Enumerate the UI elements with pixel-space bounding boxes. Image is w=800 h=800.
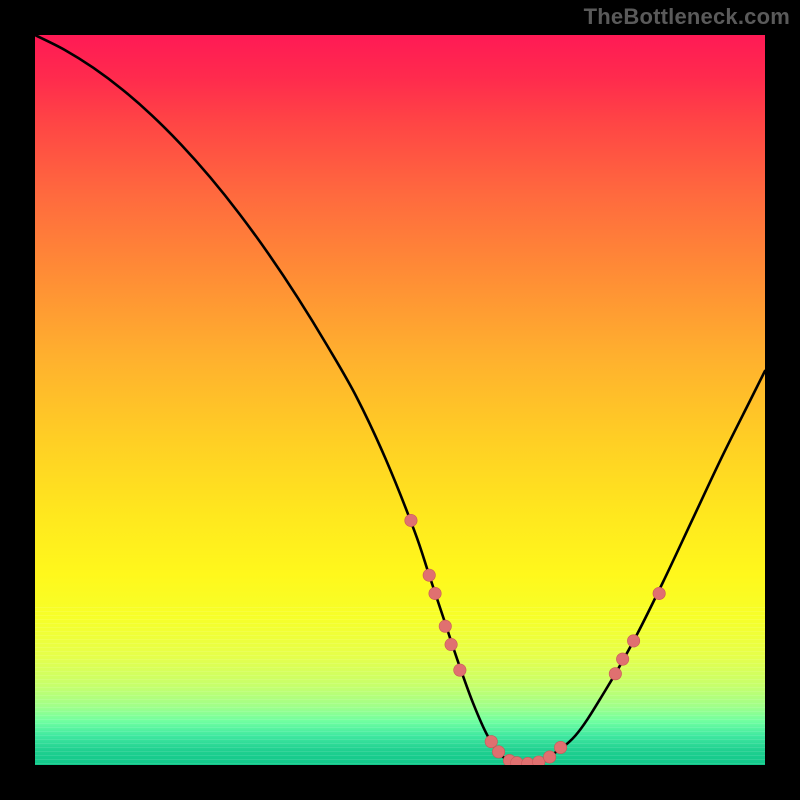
data-point <box>429 587 441 599</box>
data-point <box>616 653 628 665</box>
watermark-text: TheBottleneck.com <box>584 4 790 30</box>
data-point <box>439 620 451 632</box>
scatter-points <box>405 514 666 765</box>
data-point <box>609 668 621 680</box>
bottleneck-curve <box>35 35 765 764</box>
data-point <box>485 735 497 747</box>
chart-container: TheBottleneck.com <box>0 0 800 800</box>
data-point <box>522 757 534 765</box>
plot-area <box>35 35 765 765</box>
data-point <box>445 638 457 650</box>
data-point <box>653 587 665 599</box>
data-point <box>405 514 417 526</box>
data-point <box>543 751 555 763</box>
data-point <box>533 756 545 765</box>
data-point <box>423 569 435 581</box>
data-point <box>454 664 466 676</box>
data-point <box>627 635 639 647</box>
data-point <box>554 741 566 753</box>
data-point <box>492 746 504 758</box>
chart-svg <box>35 35 765 765</box>
